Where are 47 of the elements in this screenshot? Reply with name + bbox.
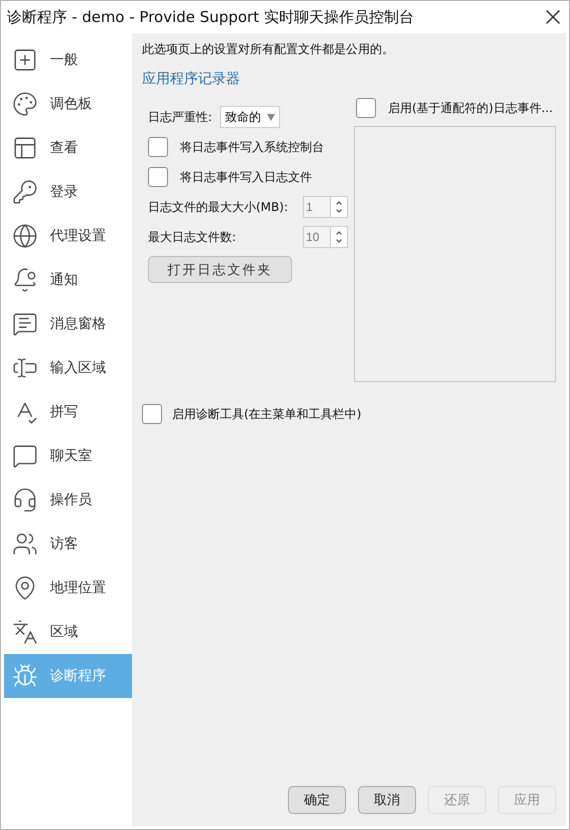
chat-icon <box>12 443 38 469</box>
message-icon <box>12 311 38 337</box>
layout-icon <box>12 135 38 161</box>
dialog-button[interactable]: 确定 <box>288 786 346 814</box>
plus-square-icon <box>12 47 38 73</box>
caret-icon <box>267 114 276 120</box>
info-text: 此选项页上的设置对所有配置文件都是公用的。 <box>142 41 395 58</box>
users-icon <box>12 531 38 557</box>
open-folder-button[interactable]: 打开日志文件夹 <box>148 256 292 283</box>
sidebar-item[interactable]: 消息窗格 <box>4 302 132 346</box>
field-label: 日志严重性: <box>148 108 212 126</box>
sidebar-item[interactable]: 代理设置 <box>4 214 132 258</box>
sidebar-item[interactable]: 聊天室 <box>4 434 132 478</box>
sidebar-item[interactable]: 调色板 <box>4 82 132 126</box>
bug-icon <box>12 663 38 689</box>
window-title: 诊断程序 - demo - Provide Support 实时聊天操作员控制台 <box>7 8 414 26</box>
sidebar-item[interactable]: 查看 <box>4 126 132 170</box>
sidebar-item[interactable]: 通知 <box>4 258 132 302</box>
checkbox-label: 启用诊断工具(在主菜单和工具栏中) <box>172 406 362 422</box>
checkbox[interactable] <box>148 167 168 187</box>
sidebar-item[interactable]: 输入区域 <box>4 346 132 390</box>
severity-dropdown[interactable]: 致命的 <box>220 106 280 128</box>
section-title: 应用程序记录器 <box>142 70 241 88</box>
checkbox[interactable] <box>142 404 162 424</box>
headset-icon <box>12 487 38 513</box>
sidebar-item[interactable]: 地理位置 <box>4 566 132 610</box>
dialog-button[interactable]: 取消 <box>358 786 416 814</box>
palette-icon <box>12 91 38 117</box>
translate-icon <box>12 619 38 645</box>
sidebar-item[interactable]: 拼写 <box>4 390 132 434</box>
field-label: 日志文件的最大大小(MB): <box>148 198 288 216</box>
spin-icon[interactable] <box>330 227 347 247</box>
sidebar-item[interactable]: 访客 <box>4 522 132 566</box>
checkbox[interactable] <box>148 137 168 157</box>
bell-icon <box>12 267 38 293</box>
key-icon <box>12 179 38 205</box>
sidebar-item[interactable]: 区域 <box>4 610 132 654</box>
checkbox-label: 启用(基于通配符的)日志事件... <box>388 100 553 116</box>
checkbox-label: 将日志事件写入系统控制台 <box>180 138 324 156</box>
spin-icon[interactable] <box>330 197 347 217</box>
checkbox[interactable] <box>356 98 376 118</box>
field-label: 最大日志文件数: <box>148 228 236 246</box>
checkbox-label: 将日志事件写入日志文件 <box>180 168 312 186</box>
sidebar-item[interactable]: 登录 <box>4 170 132 214</box>
globe-icon <box>12 223 38 249</box>
sidebar-item[interactable]: 操作员 <box>4 478 132 522</box>
sidebar-item[interactable]: 一般 <box>4 38 132 82</box>
